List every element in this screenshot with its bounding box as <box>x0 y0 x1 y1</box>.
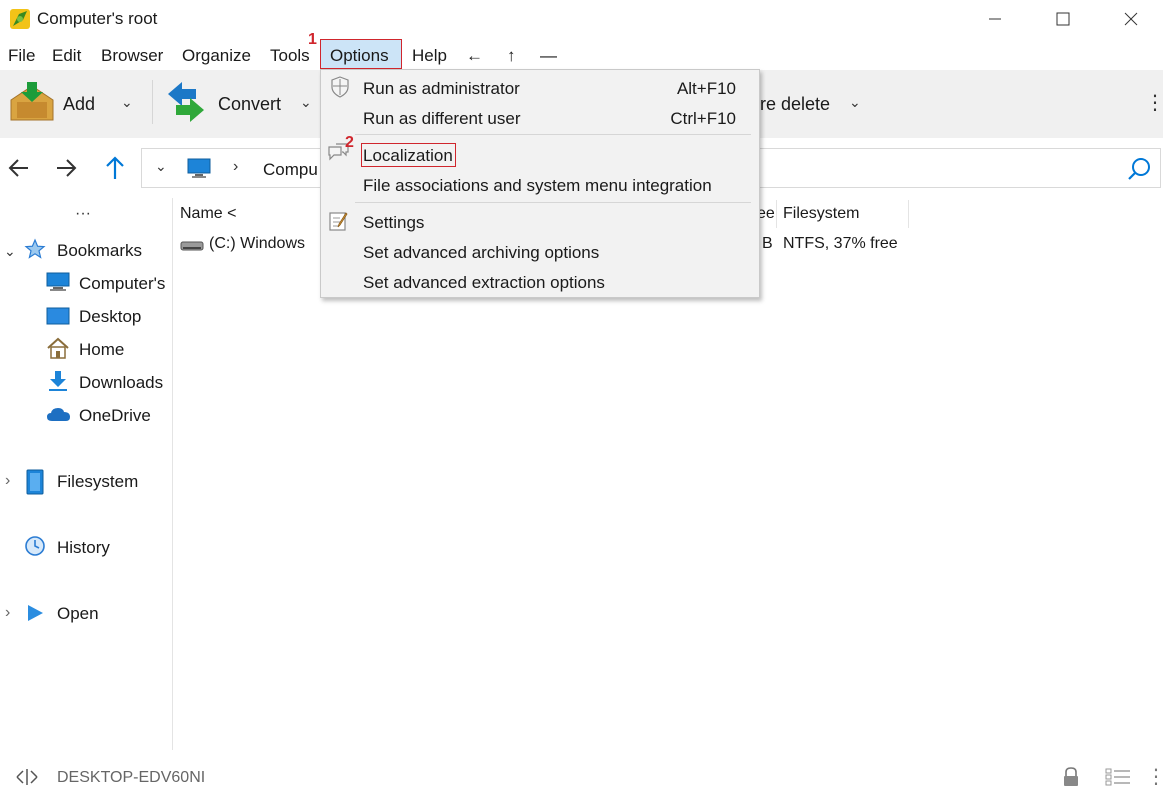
home-icon <box>46 337 70 364</box>
menu-dash[interactable]: — <box>540 46 557 66</box>
toolbar-more-icon[interactable]: ⋮ <box>1145 90 1163 115</box>
add-icon[interactable] <box>9 80 55 124</box>
step-marker-2: 2 <box>345 134 354 151</box>
play-icon <box>25 603 45 628</box>
up-button[interactable] <box>104 155 126 186</box>
downloads-icon <box>46 370 70 397</box>
open-expand-chevron-icon[interactable]: › <box>5 604 10 622</box>
menu-item-file-associations[interactable]: File associations and system menu integr… <box>363 176 712 196</box>
column-header-filesystem[interactable]: Filesystem <box>783 205 859 223</box>
shortcut-label: Ctrl+F10 <box>670 109 736 128</box>
sidebar-item-filesystem[interactable]: Filesystem <box>57 472 138 492</box>
status-more-icon[interactable]: ⋮ <box>1146 764 1163 789</box>
column-separator[interactable] <box>908 200 909 228</box>
sidebar-item-bookmarks[interactable]: Bookmarks <box>57 241 142 261</box>
shield-icon <box>330 76 350 103</box>
menu-tools[interactable]: Tools <box>270 46 310 66</box>
lock-icon[interactable] <box>1062 766 1080 793</box>
star-icon <box>24 238 46 265</box>
options-dropdown-menu: Run as administrator Alt+F10 Run as diff… <box>320 69 760 298</box>
bookmarks-expand-chevron-icon[interactable]: ⌄ <box>4 243 16 260</box>
menu-item-localization[interactable]: Localization <box>363 146 453 166</box>
menu-item-advanced-extraction-options[interactable]: Set advanced extraction options <box>363 273 605 293</box>
sidebar-item-desktop[interactable]: Desktop <box>79 307 141 327</box>
maximize-button[interactable] <box>1028 0 1098 38</box>
filesystem-expand-chevron-icon[interactable]: › <box>5 472 10 490</box>
close-button[interactable] <box>1096 0 1163 38</box>
menu-item-run-as-administrator[interactable]: Run as administrator <box>363 79 520 99</box>
close-icon <box>1124 12 1138 26</box>
menu-back-arrow[interactable]: ← <box>466 46 483 66</box>
menu-help[interactable]: Help <box>412 46 447 66</box>
onedrive-icon <box>46 405 72 428</box>
table-cell-filesystem: NTFS, 37% free <box>783 235 898 252</box>
menu-edit[interactable]: Edit <box>52 46 81 66</box>
breadcrumb-path[interactable]: Compu <box>263 160 318 180</box>
filesystem-icon <box>25 469 45 500</box>
history-icon <box>24 535 46 562</box>
details-view-icon[interactable] <box>1105 767 1131 792</box>
drive-icon <box>180 237 204 257</box>
menu-item-run-as-different-user[interactable]: Run as different user <box>363 109 521 129</box>
menu-file[interactable]: File <box>8 46 35 66</box>
app-logo-icon <box>9 8 31 30</box>
menu-options[interactable]: Options <box>330 46 389 66</box>
search-icon <box>1128 158 1150 180</box>
sidebar-item-open[interactable]: Open <box>57 604 99 624</box>
window-title: Computer's root <box>37 9 158 28</box>
back-button[interactable] <box>8 155 30 186</box>
menu-browser[interactable]: Browser <box>101 46 163 66</box>
table-cell-name[interactable]: (C:) Windows <box>209 235 305 253</box>
minimize-button[interactable] <box>960 0 1030 38</box>
up-arrow-icon <box>106 156 124 179</box>
convert-button[interactable]: Convert <box>218 94 281 115</box>
breadcrumb-separator-icon: › <box>233 158 239 175</box>
settings-edit-icon <box>328 210 350 237</box>
menu-item-advanced-archiving-options[interactable]: Set advanced archiving options <box>363 243 599 263</box>
convert-icon[interactable] <box>166 80 206 124</box>
menu-up-arrow[interactable]: ↑ <box>507 46 516 66</box>
sidebar-item-computer[interactable]: Computer's <box>79 274 165 294</box>
search-button[interactable] <box>1127 156 1153 187</box>
menu-bar <box>0 38 1163 70</box>
maximize-icon <box>1056 12 1070 26</box>
add-button[interactable]: Add <box>63 94 95 115</box>
convert-dropdown-chevron-icon[interactable]: ⌄ <box>300 94 312 111</box>
secure-delete-button[interactable]: re delete <box>760 94 830 115</box>
desktop-icon <box>46 306 70 331</box>
menu-item-settings[interactable]: Settings <box>363 213 424 233</box>
delete-dropdown-chevron-icon[interactable]: ⌄ <box>849 94 861 111</box>
shortcut-label: Alt+F10 <box>676 79 736 98</box>
menu-organize[interactable]: Organize <box>182 46 251 66</box>
column-separator[interactable] <box>776 200 777 228</box>
toolbar-divider <box>152 80 153 124</box>
sidebar-item-home[interactable]: Home <box>79 340 124 360</box>
table-cell-free: B <box>762 235 773 252</box>
computer-icon <box>46 272 70 297</box>
menu-separator <box>355 134 751 135</box>
sidebar-item-onedrive[interactable]: OneDrive <box>79 406 151 426</box>
step-marker-1: 1 <box>308 31 317 48</box>
back-arrow-icon <box>8 159 28 177</box>
sidebar-more-icon[interactable]: ··· <box>75 205 91 223</box>
sidebar-item-history[interactable]: History <box>57 538 110 558</box>
forward-arrow-icon <box>57 159 77 177</box>
sidebar-item-downloads[interactable]: Downloads <box>79 373 163 393</box>
add-dropdown-chevron-icon[interactable]: ⌄ <box>121 94 133 111</box>
computer-icon <box>186 157 212 184</box>
sidebar-divider <box>172 198 173 750</box>
computer-name-label: DESKTOP-EDV60NI <box>57 769 206 786</box>
forward-button[interactable] <box>55 155 77 186</box>
minimize-icon <box>989 18 1001 20</box>
column-header-name[interactable]: Name < <box>180 205 236 223</box>
menu-separator <box>355 202 751 203</box>
network-arrows-icon[interactable] <box>15 767 39 792</box>
history-dropdown-chevron-icon[interactable]: ⌄ <box>155 158 167 175</box>
